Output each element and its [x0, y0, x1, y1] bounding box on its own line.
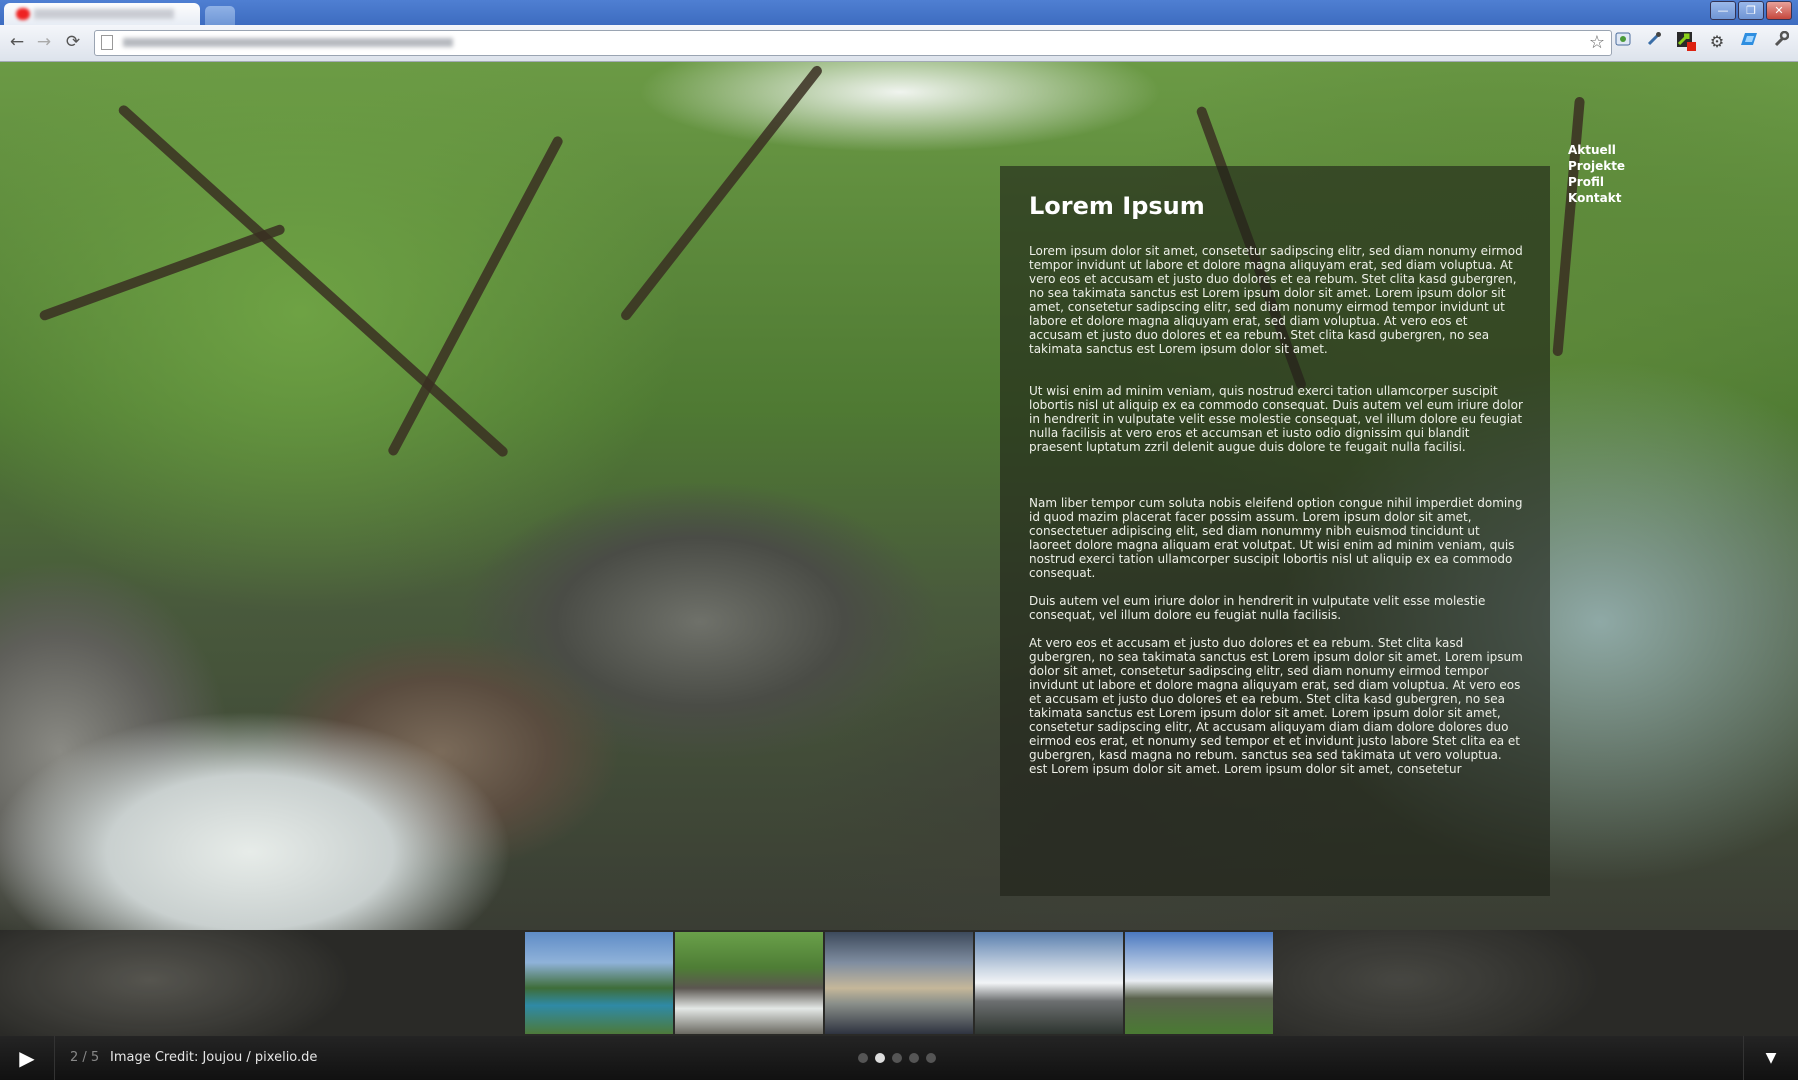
nav-link-aktuell[interactable]: Aktuell [1568, 142, 1625, 158]
thumbnail-1[interactable] [525, 932, 673, 1034]
forward-button[interactable]: → [33, 31, 55, 53]
bookmark-star-icon[interactable]: ☆ [1589, 31, 1605, 55]
slide-dot[interactable] [909, 1053, 919, 1063]
thumbnail-4[interactable] [975, 932, 1123, 1034]
play-icon: ▶ [19, 1046, 35, 1070]
page-icon [101, 35, 113, 50]
chevron-down-icon: ▼ [1765, 1050, 1777, 1066]
badge-icon[interactable] [1675, 31, 1697, 53]
page-title: Lorem Ipsum [1029, 192, 1205, 220]
thumbnail-5[interactable] [1125, 932, 1273, 1034]
new-tab-button[interactable] [205, 6, 235, 25]
nav-link-kontakt[interactable]: Kontakt [1568, 190, 1625, 206]
content-paragraph-3: Nam liber tempor cum soluta nobis eleife… [1029, 496, 1523, 580]
slide-dot-active[interactable] [875, 1053, 885, 1063]
main-navigation: Aktuell Projekte Profil Kontakt [1568, 142, 1625, 206]
minimize-button[interactable]: — [1710, 1, 1736, 20]
thumbnail-3[interactable] [825, 932, 973, 1034]
slide-counter: 2 / 5 [70, 1050, 100, 1065]
eyedropper-icon[interactable] [1643, 31, 1665, 53]
address-bar[interactable]: ☆ [94, 30, 1612, 56]
slide-dot[interactable] [926, 1053, 936, 1063]
blue-extension-icon[interactable] [1738, 31, 1760, 53]
tab-favicon-icon [16, 8, 30, 20]
wrench-icon[interactable] [1770, 30, 1792, 53]
play-button[interactable]: ▶ [0, 1036, 55, 1080]
thumbnail-strip [0, 930, 1798, 1036]
browser-tab-active[interactable] [4, 3, 200, 25]
branch [116, 103, 510, 459]
content-paragraph-5: At vero eos et accusam et justo duo dolo… [1029, 636, 1523, 776]
web-page: Aktuell Projekte Profil Kontakt Lorem Ip… [0, 62, 1798, 1080]
content-panel: Lorem Ipsum Lorem ipsum dolor sit amet, … [1000, 166, 1550, 896]
branch [1552, 96, 1585, 357]
window-controls: — ❐ ✕ [1710, 1, 1792, 20]
browser-title-bar: — ❐ ✕ [0, 0, 1798, 25]
branch [619, 63, 824, 323]
branch [386, 134, 565, 458]
reload-button[interactable]: ⟳ [62, 31, 84, 53]
gear-icon[interactable]: ⚙ [1706, 31, 1728, 53]
close-window-button[interactable]: ✕ [1766, 1, 1792, 20]
maximize-button[interactable]: ❐ [1738, 1, 1764, 20]
url-text-blurred [123, 38, 453, 47]
expand-thumbnails-button[interactable]: ▼ [1743, 1036, 1798, 1080]
content-paragraph-1: Lorem ipsum dolor sit amet, consetetur s… [1029, 244, 1523, 356]
thumbnail-2[interactable] [675, 932, 823, 1034]
tab-title-blurred [34, 9, 174, 19]
slide-dot[interactable] [858, 1053, 868, 1063]
slide-dots [858, 1053, 936, 1063]
gallery-control-bar: ▶ 2 / 5 Image Credit: Joujou / pixelio.d… [0, 1036, 1798, 1080]
back-button[interactable]: ← [6, 31, 28, 53]
image-credit: Image Credit: Joujou / pixelio.de [110, 1050, 318, 1065]
slide-dot[interactable] [892, 1053, 902, 1063]
nav-link-profil[interactable]: Profil [1568, 174, 1625, 190]
nav-link-projekte[interactable]: Projekte [1568, 158, 1625, 174]
content-paragraph-2: Ut wisi enim ad minim veniam, quis nostr… [1029, 384, 1523, 454]
content-paragraph-4: Duis autem vel eum iriure dolor in hendr… [1029, 594, 1486, 622]
browser-toolbar: ← → ⟳ ☆ ⚙ [0, 25, 1798, 62]
branch [38, 223, 287, 322]
page-action-icon[interactable] [1612, 31, 1634, 53]
